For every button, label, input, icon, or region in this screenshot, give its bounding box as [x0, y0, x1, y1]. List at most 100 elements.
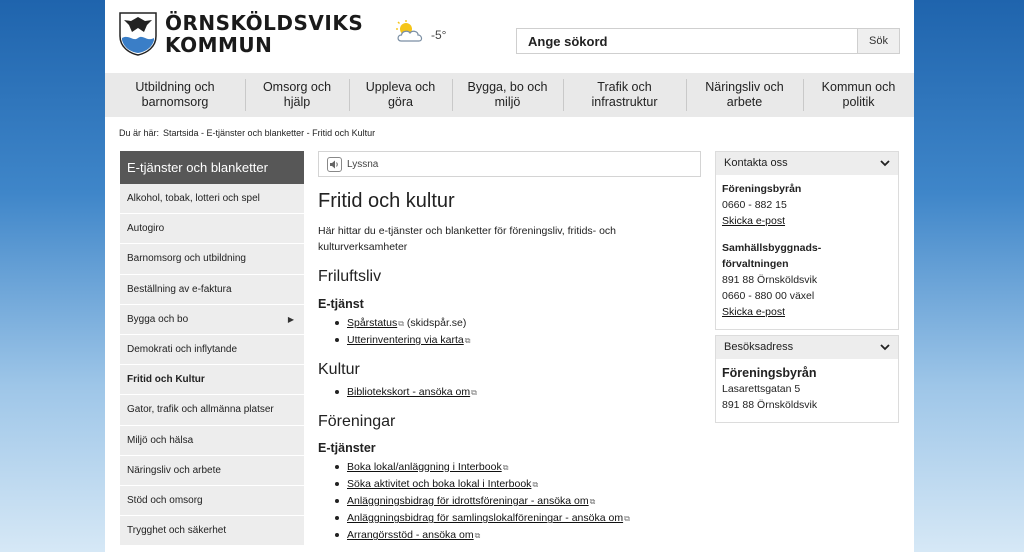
- nav-item-uppleva[interactable]: Uppleva och göra: [349, 73, 452, 117]
- section-title-friluftsliv: Friluftsliv: [318, 268, 382, 285]
- sidebar-item-label: Bygga och bo: [127, 313, 189, 325]
- link-bibliotekskort[interactable]: Bibliotekskort - ansöka om: [347, 386, 470, 398]
- contact-address: 891 88 Örnsköldsvik: [722, 274, 818, 287]
- nav-item-trafik[interactable]: Trafik och infrastruktur: [563, 73, 686, 117]
- external-link-icon: ⧉: [471, 388, 477, 398]
- sidebar-item[interactable]: Stöd och omsorg: [120, 485, 304, 517]
- external-link-icon: ⧉: [532, 479, 539, 489]
- contact-org-2-line-2: förvaltningen: [722, 257, 789, 270]
- link-utterinventering[interactable]: Utterinventering via karta: [347, 334, 464, 346]
- list-item: Anläggningsbidrag för idrottsföreningar …: [335, 493, 701, 510]
- sidebar-title[interactable]: E-tjänster och blanketter: [120, 151, 304, 184]
- visit-box-header[interactable]: Besöksadress: [716, 336, 898, 359]
- breadcrumb-prefix: Du är här:: [119, 128, 160, 138]
- email-link[interactable]: Skicka e-post: [722, 304, 892, 320]
- list-item: Anläggningsbidrag för samlingslokalfören…: [335, 510, 701, 527]
- header: ÖRNSKÖLDSVIKS KOMMUN -5° Sök: [105, 0, 914, 73]
- nav-item-omsorg[interactable]: Omsorg och hjälp: [245, 73, 349, 117]
- nav-item-bygga[interactable]: Bygga, bo och miljö: [452, 73, 563, 117]
- sidebar-item[interactable]: Barnomsorg och utbildning: [120, 244, 304, 275]
- link-soka-aktivitet[interactable]: Söka aktivitet och boka lokal i Interboo…: [347, 478, 531, 490]
- page: ÖRNSKÖLDSVIKS KOMMUN -5° Sök Utbildning …: [105, 0, 914, 552]
- visit-org: Föreningsbyrån: [722, 366, 817, 380]
- nav-item-naringsliv[interactable]: Näringsliv och arbete: [686, 73, 803, 117]
- breadcrumb-path[interactable]: Startsida - E-tjänster och blanketter - …: [163, 128, 375, 138]
- sidebar-item[interactable]: Näringsliv och arbete: [120, 455, 304, 486]
- visit-box-body: Föreningsbyrån Lasarettsgatan 5 891 88 Ö…: [716, 359, 898, 422]
- list-item: Boka lokal/anläggning i Interbook⧉: [335, 459, 701, 476]
- search-input[interactable]: [516, 28, 857, 54]
- contact-box-title: Kontakta oss: [724, 157, 788, 169]
- partly-cloudy-icon: [396, 20, 423, 42]
- link-note: (skidspår.se): [406, 317, 467, 329]
- external-link-icon: ⧉: [624, 514, 630, 524]
- main-content: Lyssna Fritid och kultur Här hittar du e…: [318, 151, 701, 545]
- contact-phone: 0660 - 882 15: [722, 199, 787, 212]
- sidebar-item[interactable]: Alkohol, tobak, lotteri och spel: [120, 184, 304, 215]
- external-link-icon: ⧉: [502, 462, 509, 472]
- chevron-right-icon: ▶: [287, 314, 294, 324]
- logo-line-2: KOMMUN: [165, 33, 273, 57]
- sidebar-item[interactable]: Miljö och hälsa: [120, 425, 304, 456]
- logo[interactable]: ÖRNSKÖLDSVIKS KOMMUN: [119, 12, 363, 56]
- speaker-icon: [327, 156, 342, 172]
- link-list: Spårstatus⧉ (skidspår.se) Utterinventeri…: [335, 315, 701, 349]
- contact-box-body: Föreningsbyrån 0660 - 882 15 Skicka e-po…: [716, 175, 898, 329]
- link-anlaggningsbidrag-samlingslokal[interactable]: Anläggningsbidrag för samlingslokalfören…: [347, 512, 623, 524]
- left-sidebar: E-tjänster och blanketter Alkohol, tobak…: [120, 151, 304, 547]
- sidebar-item-bygga[interactable]: Bygga och bo ▶: [120, 304, 304, 335]
- intro-text: Här hittar du e-tjänster och blanketter …: [318, 225, 617, 253]
- list-item: Arrangörsstöd - ansöka om⧉: [335, 527, 701, 544]
- page-title: Fritid och kultur: [318, 190, 455, 212]
- contact-box-header[interactable]: Kontakta oss: [716, 152, 898, 175]
- nav-item-utbildning[interactable]: Utbildning och barnomsorg: [105, 73, 245, 117]
- contact-org: Föreningsbyrån: [722, 183, 802, 195]
- section-subtitle: E-tjänst: [318, 297, 364, 311]
- list-item: Utterinventering via karta⧉: [335, 332, 701, 349]
- contact-box: Kontakta oss Föreningsbyrån 0660 - 882 1…: [715, 151, 899, 330]
- search-bar: Sök: [516, 28, 900, 54]
- visit-street: Lasarettsgatan 5: [722, 383, 801, 396]
- sidebar-item[interactable]: Trygghet och säkerhet: [120, 516, 304, 547]
- section-title-kultur: Kultur: [318, 361, 360, 379]
- section-title-foreningar: Föreningar: [318, 412, 396, 430]
- temperature: -5°: [431, 28, 447, 42]
- visit-box-title: Besöksadress: [724, 341, 794, 353]
- coat-of-arms-icon: [119, 12, 157, 56]
- chevron-down-icon: [880, 344, 890, 351]
- sidebar-item[interactable]: Autogiro: [120, 214, 304, 245]
- contact-phone: 0660 - 880 00 växel: [722, 290, 815, 303]
- link-sparstatus[interactable]: Spårstatus: [347, 317, 397, 329]
- visit-city: 891 88 Örnsköldsvik: [722, 399, 818, 412]
- link-anlaggningsbidrag-idrott[interactable]: Anläggningsbidrag för idrottsföreningar …: [347, 495, 589, 507]
- external-link-icon: ⧉: [589, 497, 596, 507]
- main-nav: Utbildning och barnomsorg Omsorg och hjälp…: [105, 73, 914, 117]
- link-boka-lokal[interactable]: Boka lokal/anläggning i Interbook: [347, 461, 502, 473]
- weather-widget: -5°: [395, 20, 446, 44]
- link-list: Bibliotekskort - ansöka om⧉: [335, 384, 701, 401]
- logo-line-1: ÖRNSKÖLDSVIKS: [165, 11, 364, 35]
- external-link-icon: ⧉: [398, 319, 404, 328]
- email-link[interactable]: Skicka e-post: [722, 213, 892, 229]
- sidebar-item-active[interactable]: Fritid och Kultur: [120, 365, 304, 396]
- list-item: Bibliotekskort - ansöka om⧉: [335, 384, 701, 401]
- section-subtitle: E-tjänster: [318, 440, 376, 455]
- contact-org-2-line-1: Samhällsbyggnads-: [722, 241, 822, 254]
- logo-text: ÖRNSKÖLDSVIKS KOMMUN: [165, 12, 363, 56]
- breadcrumb: Du är här: Startsida - E-tjänster och bla…: [119, 128, 375, 138]
- listen-bar[interactable]: Lyssna: [318, 151, 701, 177]
- link-arrangorsstod[interactable]: Arrangörsstöd - ansöka om: [347, 529, 474, 541]
- external-link-icon: ⧉: [474, 531, 481, 541]
- listen-label: Lyssna: [347, 158, 379, 170]
- visit-box: Besöksadress Föreningsbyrån Lasarettsgat…: [715, 335, 899, 423]
- chevron-down-icon: [880, 160, 890, 167]
- sidebar-item[interactable]: Beställning av e-faktura: [120, 274, 304, 305]
- link-list: Boka lokal/anläggning i Interbook⧉ Söka …: [335, 459, 701, 545]
- external-link-icon: ⧉: [464, 336, 471, 346]
- search-button[interactable]: Sök: [857, 28, 900, 54]
- list-item: Spårstatus⧉ (skidspår.se): [335, 315, 701, 332]
- nav-item-kommun[interactable]: Kommun och politik: [803, 73, 914, 117]
- list-item: Söka aktivitet och boka lokal i Interboo…: [335, 476, 701, 493]
- sidebar-item[interactable]: Gator, trafik och allmänna platser: [120, 395, 304, 426]
- sidebar-item[interactable]: Demokrati och inflytande: [120, 334, 304, 366]
